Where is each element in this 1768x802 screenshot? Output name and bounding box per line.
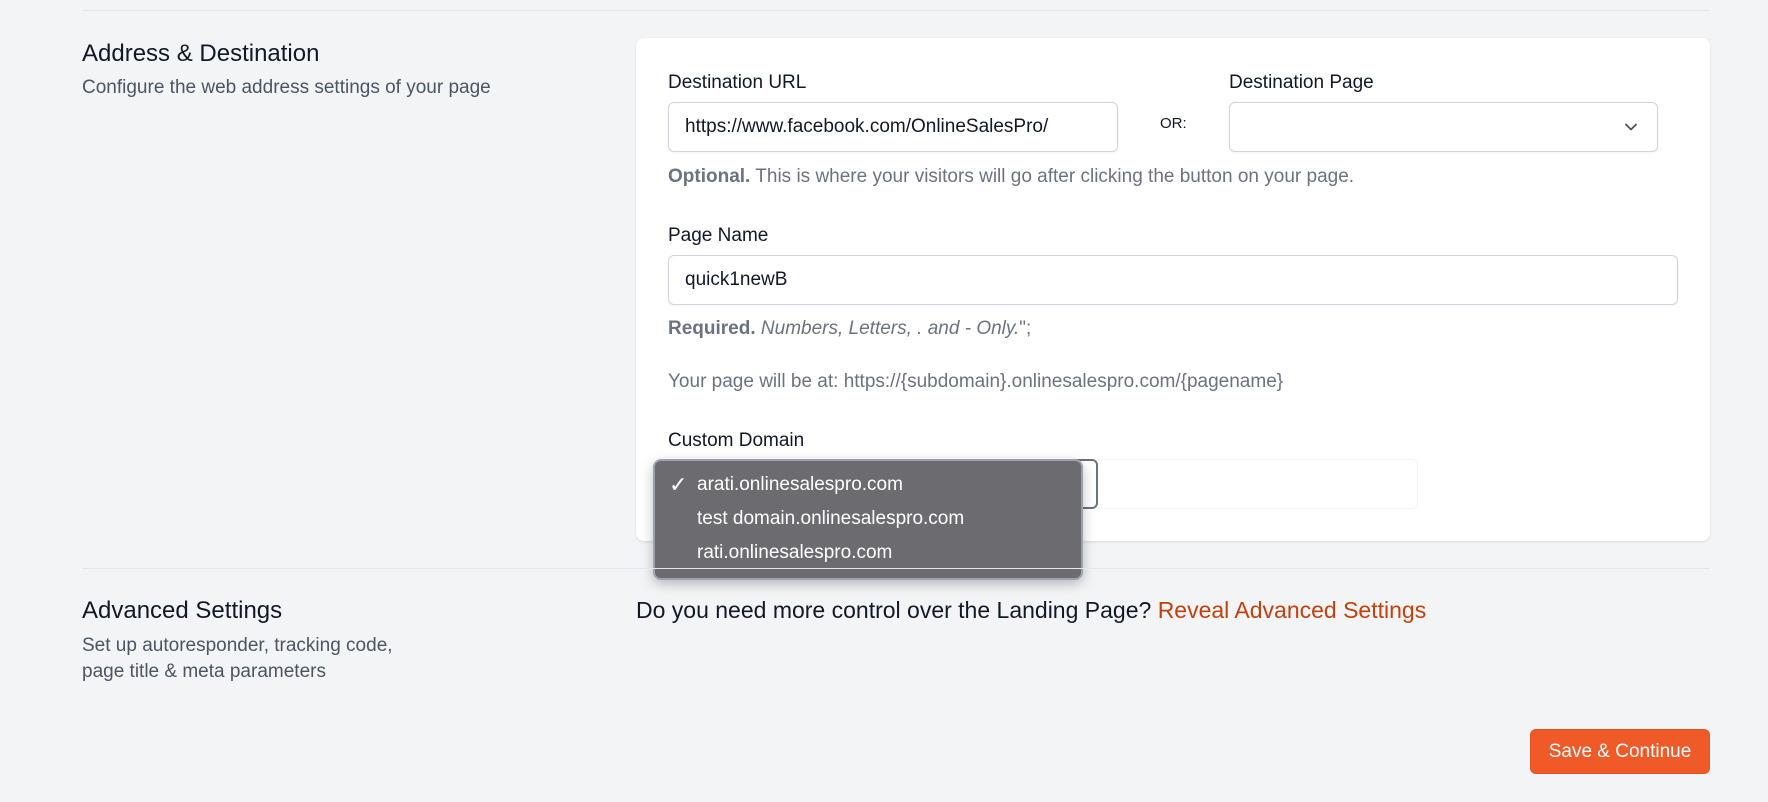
dropdown-option-test-domain[interactable]: test domain.onlinesalespro.com [655, 507, 1081, 541]
advanced-description-line1: Set up autoresponder, tracking code, [82, 635, 393, 656]
destination-page-select[interactable] [1229, 102, 1658, 152]
custom-domain-field-extent [1098, 459, 1418, 509]
advanced-section-title: Advanced Settings [82, 597, 283, 624]
dropdown-option-label: test domain.onlinesalespro.com [697, 508, 965, 529]
destination-url-label: Destination URL [668, 72, 807, 93]
destination-help-strong: Optional. [668, 166, 751, 187]
address-section-description: Configure the web address settings of yo… [82, 77, 491, 98]
page-name-label: Page Name [668, 225, 769, 246]
page-name-input[interactable] [668, 255, 1678, 305]
destination-page-label: Destination Page [1229, 72, 1374, 93]
custom-domain-dropdown[interactable]: ✓ arati.onlinesalespro.com test domain.o… [653, 459, 1083, 580]
destination-help-text: Optional. This is where your visitors wi… [668, 166, 1354, 188]
advanced-section-description: Set up autoresponder, tracking code, pag… [82, 633, 393, 685]
destination-help-body: This is where your visitors will go afte… [755, 166, 1355, 187]
custom-domain-label: Custom Domain [668, 430, 805, 451]
dropdown-option-label: rati.onlinesalespro.com [697, 542, 893, 563]
address-section-title: Address & Destination [82, 40, 320, 67]
chevron-down-icon [1625, 123, 1637, 131]
advanced-question: Do you need more control over the Landin… [636, 597, 1152, 623]
section-divider [82, 568, 1710, 569]
page-name-help-suffix: "; [1019, 318, 1032, 339]
reveal-advanced-settings-link[interactable]: Reveal Advanced Settings [1158, 597, 1427, 623]
or-label: OR: [1160, 115, 1187, 132]
dropdown-option-label: arati.onlinesalespro.com [697, 474, 903, 495]
advanced-settings-prompt: Do you need more control over the Landin… [636, 597, 1426, 624]
advanced-description-line2: page title & meta parameters [82, 661, 326, 682]
page-name-help-rule: Numbers, Letters, . and - Only. [760, 318, 1020, 339]
dropdown-option-rati[interactable]: rati.onlinesalespro.com [655, 541, 1081, 575]
top-divider [82, 10, 1710, 11]
destination-url-input[interactable] [668, 102, 1118, 152]
page-url-hint: Your page will be at: https://{subdomain… [668, 371, 1284, 392]
save-continue-button[interactable]: Save & Continue [1530, 729, 1710, 774]
page-name-help-text: Required. Numbers, Letters, . and - Only… [668, 318, 1031, 340]
check-icon: ✓ [669, 472, 688, 497]
dropdown-option-arati[interactable]: ✓ arati.onlinesalespro.com [655, 473, 1081, 507]
page-name-help-strong: Required. [668, 318, 756, 339]
